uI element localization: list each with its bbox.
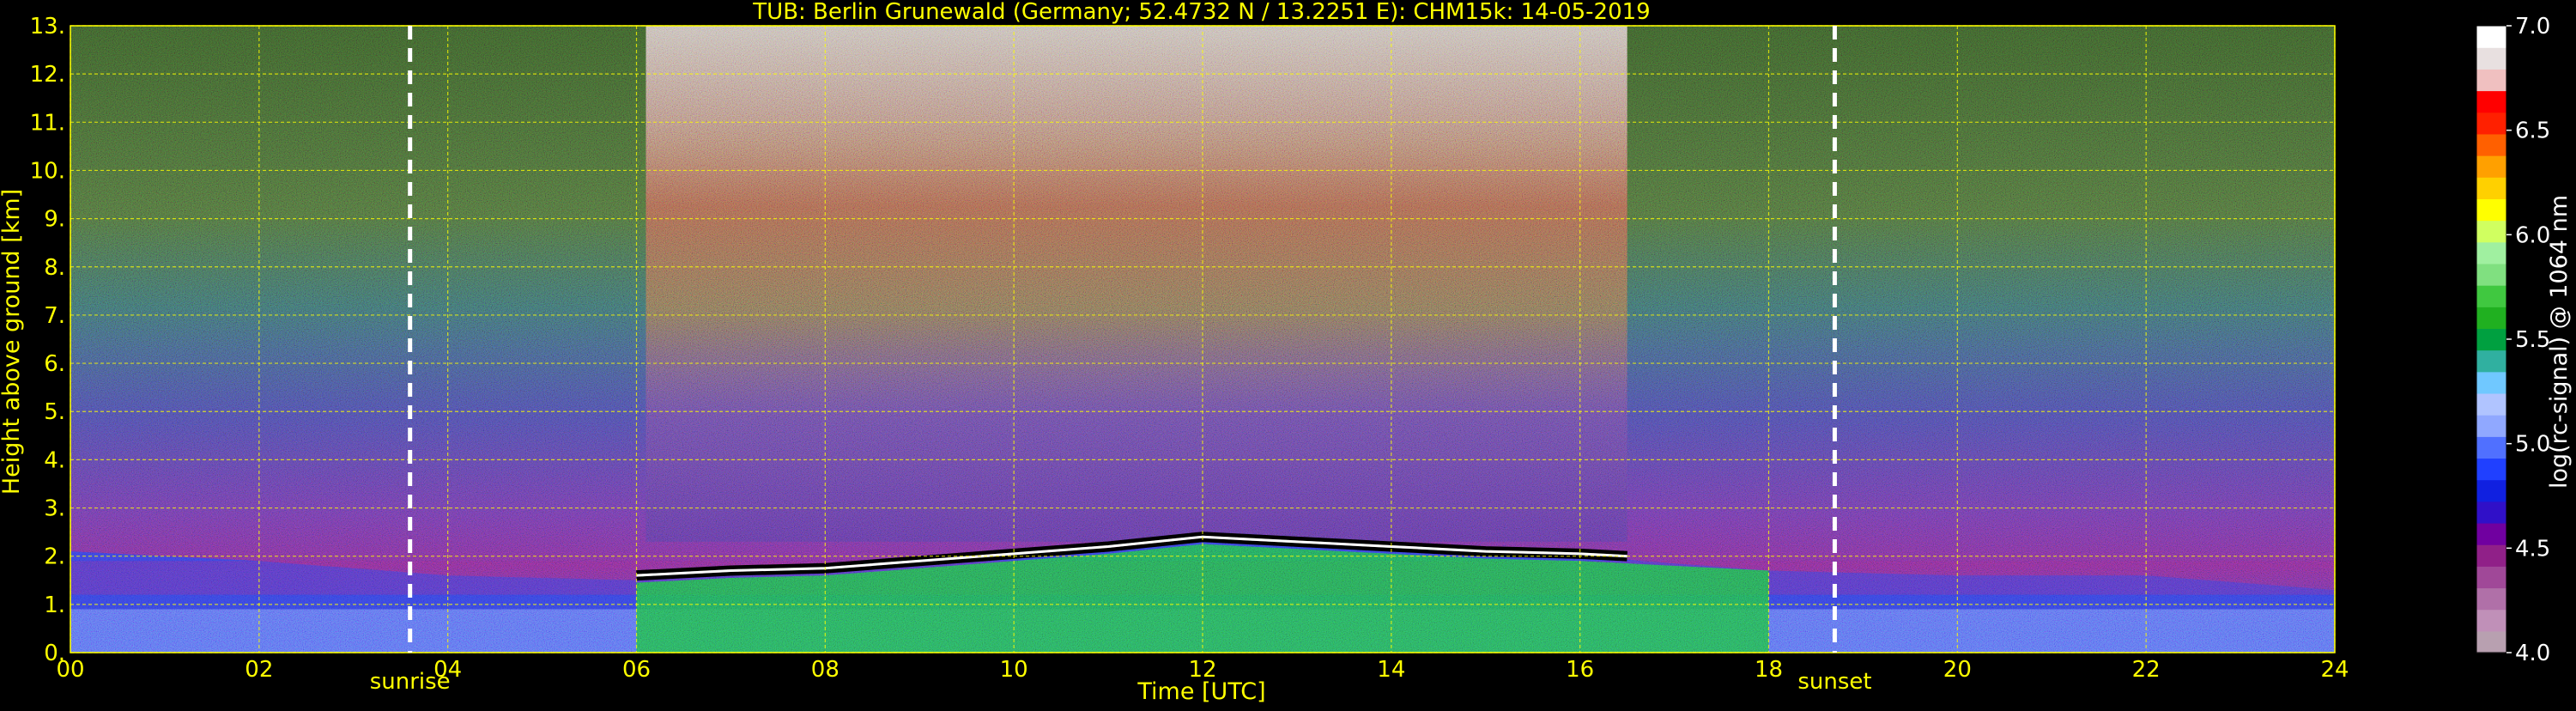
colorbar-tick-label: 4.0 — [2515, 641, 2550, 666]
colorbar-tick-label: 5.0 — [2515, 432, 2550, 458]
x-tick-label: 18 — [1755, 657, 1783, 683]
colorbar-tick-label: 5.5 — [2515, 327, 2550, 353]
x-tick-label: 24 — [2320, 657, 2349, 683]
colorbar-swatch — [2476, 198, 2506, 222]
x-tick-label: 14 — [1377, 657, 1405, 683]
y-tick-label: 1. — [44, 592, 65, 618]
x-tick-label: 04 — [433, 657, 462, 683]
y-tick-label: 13. — [30, 14, 65, 40]
x-tick-label: 02 — [245, 657, 273, 683]
colorbar-swatch — [2476, 458, 2506, 481]
colorbar-swatch — [2476, 69, 2506, 92]
colorbar-swatch — [2476, 415, 2506, 437]
colorbar-swatch — [2476, 371, 2506, 394]
colorbar-swatch — [2476, 544, 2506, 567]
y-tick-label: 7. — [44, 303, 65, 329]
colorbar-swatch — [2476, 285, 2506, 307]
colorbar-swatch — [2476, 566, 2506, 589]
y-tick-label: 0. — [44, 641, 65, 666]
x-tick-label: 12 — [1188, 657, 1216, 683]
x-tick-label: 16 — [1566, 657, 1594, 683]
colorbar-swatch — [2476, 587, 2506, 611]
colorbar-swatch — [2476, 263, 2506, 286]
colorbar-swatch — [2476, 177, 2506, 199]
colorbar-swatch — [2476, 630, 2506, 653]
colorbar-swatch — [2476, 436, 2506, 459]
colorbar-swatch — [2476, 349, 2506, 373]
colorbar-swatch — [2476, 133, 2506, 156]
colorbar — [2476, 25, 2507, 653]
y-tick-label: 2. — [44, 544, 65, 570]
y-tick-label: 3. — [44, 496, 65, 522]
y-tick-label: 4. — [44, 447, 65, 473]
colorbar-swatch — [2476, 26, 2506, 48]
x-tick-label: 20 — [1943, 657, 1972, 683]
ceilometer-figure: sunrise sunset TUB: Berlin Grunewald (Ger… — [0, 0, 2576, 708]
colorbar-swatch — [2476, 328, 2506, 351]
y-tick-labels: 0. 1. 2. 3. 4. 5. 6. 7. 8. 9. 10. 11. 12. 13. — [30, 14, 65, 666]
colorbar-swatch — [2476, 241, 2506, 264]
x-tick-label: 08 — [811, 657, 839, 683]
colorbar-tick-label: 7.0 — [2515, 14, 2550, 40]
x-tick-label: 06 — [622, 657, 651, 683]
y-tick-label: 10. — [30, 158, 65, 184]
colorbar-tick-labels: 4.0 4.5 5.0 5.5 6.0 6.5 7.0 — [2506, 14, 2550, 666]
ceilometer-chart: sunrise sunset TUB: Berlin Grunewald (Ger… — [0, 0, 2573, 705]
y-tick-label: 6. — [44, 351, 65, 377]
y-tick-label: 5. — [44, 399, 65, 425]
x-tick-label: 22 — [2132, 657, 2161, 683]
colorbar-swatch — [2476, 112, 2506, 135]
colorbar-swatch — [2476, 479, 2506, 502]
y-tick-label: 11. — [30, 110, 65, 136]
colorbar-tick-label: 6.5 — [2515, 118, 2550, 144]
colorbar-swatch — [2476, 392, 2506, 416]
y-tick-label: 8. — [44, 255, 65, 281]
colorbar-tick-label: 4.5 — [2515, 536, 2550, 562]
y-axis-label: Height above ground [km] — [0, 189, 25, 495]
colorbar-swatch — [2476, 47, 2506, 70]
chart-title: TUB: Berlin Grunewald (Germany; 52.4732 … — [752, 0, 1650, 25]
colorbar-swatch — [2476, 501, 2506, 524]
y-tick-label: 9. — [44, 207, 65, 233]
y-tick-label: 12. — [30, 62, 65, 88]
sunset-label: sunset — [1797, 669, 1871, 695]
colorbar-tick-label: 6.0 — [2515, 222, 2550, 248]
colorbar-swatch — [2476, 609, 2506, 632]
colorbar-swatch — [2476, 307, 2506, 330]
colorbar-swatch — [2476, 220, 2506, 243]
x-tick-label: 10 — [1000, 657, 1028, 683]
colorbar-swatch — [2476, 522, 2506, 545]
colorbar-swatch — [2476, 90, 2506, 113]
colorbar-swatch — [2476, 155, 2506, 178]
